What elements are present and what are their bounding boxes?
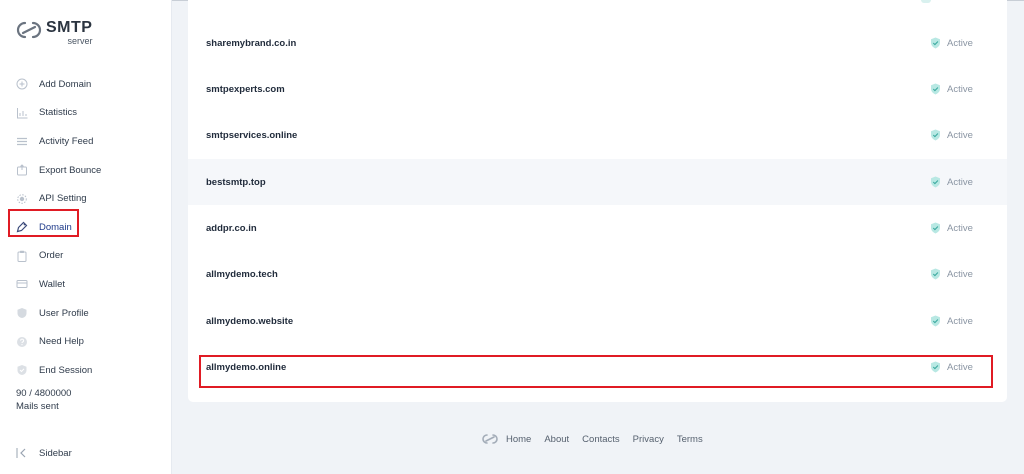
footer-link-terms[interactable]: Terms — [677, 434, 703, 445]
sidebar-item-order[interactable]: Order — [0, 242, 172, 271]
domain-name[interactable]: addpr.co.in — [206, 223, 257, 234]
domain-name[interactable]: bestsmtp.top — [206, 177, 266, 188]
mails-sent-count: 90 / 4800000 — [16, 388, 72, 399]
brand-name: SMTP — [46, 19, 93, 36]
table-row[interactable]: allmydemo.tech Active — [188, 251, 1007, 297]
selected-row-highlight — [199, 355, 993, 388]
table-row[interactable]: addpr.co.in Active — [188, 205, 1007, 251]
sidebar-item-statistics[interactable]: Statistics — [0, 99, 172, 128]
sidebar-item-activity-feed[interactable]: Activity Feed — [0, 127, 172, 156]
clipboard-icon — [16, 250, 28, 262]
domain-name[interactable]: sharemybrand.co.in — [206, 38, 296, 49]
footer-link-contacts[interactable]: Contacts — [582, 434, 620, 445]
status-badge: Active — [930, 268, 973, 280]
check-shield-icon — [16, 364, 28, 376]
table-row[interactable]: sharemybrand.co.in Active — [188, 20, 1007, 66]
verified-shield-icon — [931, 83, 940, 95]
verified-shield-icon — [931, 37, 940, 49]
previous-row-remnant — [188, 0, 1007, 3]
status-text: Active — [947, 83, 973, 95]
list-lines-icon — [16, 135, 28, 147]
sidebar-item-label: API Setting — [39, 193, 87, 205]
wallet-icon — [16, 278, 28, 290]
status-text: Active — [947, 315, 973, 327]
shield-user-icon — [16, 307, 28, 319]
sidebar-item-label: Activity Feed — [39, 135, 94, 147]
domain-name[interactable]: smtpservices.online — [206, 130, 297, 141]
verified-shield-icon — [931, 129, 940, 141]
mails-sent-caption: Mails sent — [16, 401, 59, 412]
sidebar-item-user-profile[interactable]: User Profile — [0, 299, 172, 328]
sidebar-item-wallet[interactable]: Wallet — [0, 270, 172, 299]
sidebar-item-label: Export Bounce — [39, 164, 102, 176]
sidebar-item-label: Need Help — [39, 336, 84, 348]
sidebar-item-label: End Session — [39, 364, 93, 376]
collapse-chevron-icon — [16, 448, 26, 458]
status-badge: Active — [930, 222, 973, 234]
footer-link-about[interactable]: About — [544, 434, 569, 445]
status-badge: Active — [930, 315, 973, 327]
sidebar: SMTP server Add Domain Statistics Activi… — [0, 0, 172, 474]
gear-icon — [16, 193, 28, 205]
brand-subtitle: server — [67, 36, 93, 46]
logo[interactable]: SMTP server — [16, 20, 92, 46]
status-badge: Active — [930, 83, 973, 95]
status-text: Active — [947, 222, 973, 234]
verified-shield-icon — [931, 315, 940, 327]
sidebar-item-need-help[interactable]: Need Help — [0, 327, 172, 356]
domain-nav-highlight — [8, 209, 79, 237]
status-badge: Active — [930, 37, 973, 49]
status-badge: Active — [930, 129, 973, 141]
domain-name[interactable]: smtpexperts.com — [206, 84, 285, 95]
verified-shield-icon — [931, 268, 940, 280]
chart-axis-icon — [16, 107, 28, 119]
mails-sent-counter: 90 / 4800000 Mails sent — [16, 387, 71, 413]
status-badge: Active — [930, 176, 973, 188]
table-row[interactable]: smtpexperts.com Active — [188, 66, 1007, 112]
sidebar-item-label: Add Domain — [39, 78, 92, 90]
plus-circle-icon — [16, 78, 28, 90]
domain-name[interactable]: allmydemo.tech — [206, 269, 278, 280]
export-icon — [16, 164, 28, 176]
footer-link-privacy[interactable]: Privacy — [633, 434, 664, 445]
verified-shield-icon — [931, 176, 940, 188]
sidebar-toggle-button[interactable]: Sidebar — [16, 447, 72, 459]
footer-logo-icon — [482, 434, 498, 444]
sidebar-item-export-bounce[interactable]: Export Bounce — [0, 156, 172, 185]
sidebar-item-label: Statistics — [39, 107, 78, 119]
sidebar-item-add-domain[interactable]: Add Domain — [0, 70, 172, 99]
domain-name[interactable]: allmydemo.website — [206, 316, 293, 327]
footer-link-home[interactable]: Home — [506, 434, 531, 445]
sidebar-toggle-label: Sidebar — [39, 447, 72, 459]
verified-shield-icon — [931, 222, 940, 234]
domain-list-card: sharemybrand.co.in Active smtpexperts.co… — [188, 0, 1007, 402]
status-text: Active — [947, 129, 973, 141]
status-text: Active — [947, 268, 973, 280]
table-row[interactable]: allmydemo.website Active — [188, 298, 1007, 344]
help-circle-icon — [16, 336, 28, 348]
status-text: Active — [947, 37, 973, 49]
sidebar-item-label: Order — [39, 250, 64, 262]
table-row[interactable]: bestsmtp.top Active — [188, 159, 1007, 205]
status-text: Active — [947, 176, 973, 188]
footer: Home About Contacts Privacy Terms — [481, 433, 716, 445]
sidebar-item-label: Wallet — [39, 278, 66, 290]
logo-mark-icon — [16, 21, 42, 39]
sidebar-item-end-session[interactable]: End Session — [0, 356, 172, 385]
table-row[interactable]: smtpservices.online Active — [188, 112, 1007, 158]
sidebar-item-label: User Profile — [39, 307, 89, 319]
